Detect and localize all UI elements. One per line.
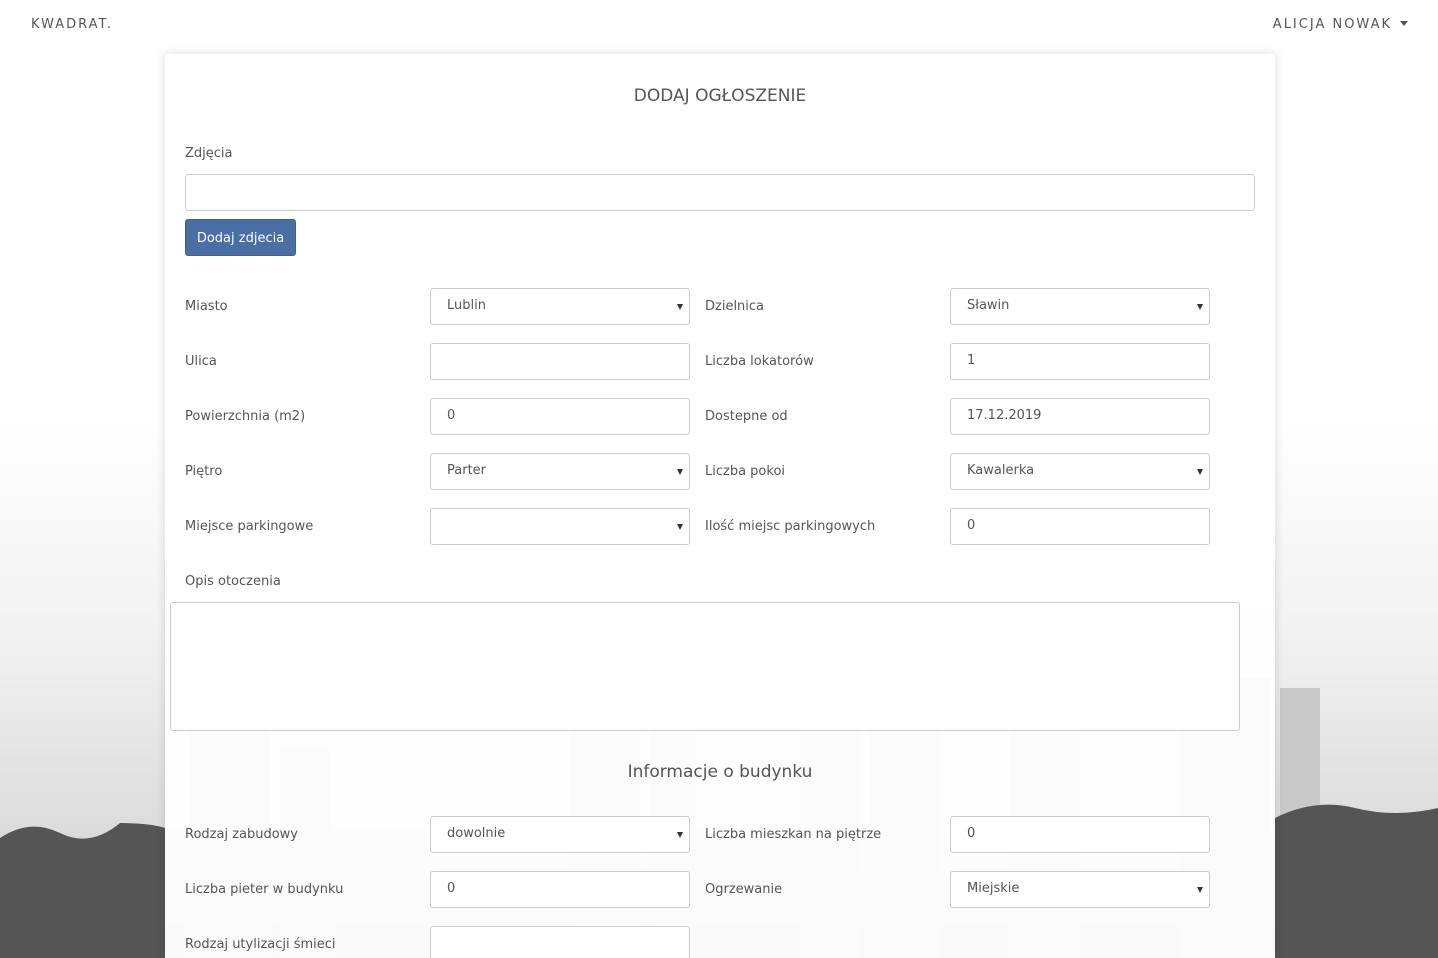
- fields-label-2: Ulica: [185, 354, 217, 369]
- input-building_fields-4[interactable]: [430, 926, 690, 958]
- building_fields-label-1: Liczba mieszkan na piętrze: [705, 827, 882, 842]
- user-menu[interactable]: ALICJA NOWAK: [1273, 17, 1408, 32]
- input-fields-9[interactable]: 0: [950, 508, 1210, 545]
- fields-label-6: Piętro: [185, 464, 223, 479]
- fields-label-4: Powierzchnia (m2): [185, 409, 306, 424]
- photos-label: Zdjęcia: [185, 146, 233, 161]
- fields-label-8: Miejsce parkingowe: [185, 519, 314, 534]
- brand-logo[interactable]: KWADRAT.: [31, 17, 113, 32]
- top-navbar: KWADRAT. ALICJA NOWAK: [0, 0, 1438, 50]
- select-building_fields-0[interactable]: dowolnie: [430, 816, 690, 853]
- fields-label-9: Ilość miejsc parkingowych: [705, 519, 876, 534]
- select-fields-6[interactable]: Parter: [430, 453, 690, 490]
- add-photos-button[interactable]: Dodaj zdjecia: [185, 219, 296, 256]
- building_fields-label-4: Rodzaj utylizacji śmieci: [185, 937, 336, 952]
- fields-label-0: Miasto: [185, 299, 228, 314]
- select-fields-0[interactable]: Lublin: [430, 288, 690, 325]
- description-label: Opis otoczenia: [185, 574, 281, 589]
- description-textarea[interactable]: [170, 602, 1240, 731]
- select-fields-8[interactable]: [430, 508, 690, 545]
- select-building_fields-3[interactable]: Miejskie: [950, 871, 1210, 908]
- building-section-title: Informacje o budynku: [627, 762, 813, 782]
- fields-label-1: Dzielnica: [705, 299, 765, 314]
- building_fields-label-0: Rodzaj zabudowy: [185, 827, 299, 842]
- input-fields-5[interactable]: 17.12.2019: [950, 398, 1210, 435]
- fields-label-5: Dostepne od: [705, 409, 788, 424]
- photos-input[interactable]: [185, 174, 1255, 211]
- page-title: DODAJ OGŁOSZENIE: [633, 86, 807, 106]
- select-fields-7[interactable]: Kawalerka: [950, 453, 1210, 490]
- chevron-down-icon: [1400, 21, 1408, 26]
- input-fields-4[interactable]: 0: [430, 398, 690, 435]
- input-fields-3[interactable]: 1: [950, 343, 1210, 380]
- input-building_fields-1[interactable]: 0: [950, 816, 1210, 853]
- input-building_fields-2[interactable]: 0: [430, 871, 690, 908]
- fields-label-3: Liczba lokatorów: [705, 354, 814, 369]
- building_fields-label-2: Liczba pieter w budynku: [185, 882, 344, 897]
- building_fields-label-3: Ogrzewanie: [705, 882, 783, 897]
- select-fields-1[interactable]: Sławin: [950, 288, 1210, 325]
- add-listing-form: DODAJ OGŁOSZENIE Zdjęcia Dodaj zdjecia M…: [165, 54, 1275, 958]
- fields-label-7: Liczba pokoi: [705, 464, 786, 479]
- user-name: ALICJA NOWAK: [1272, 17, 1392, 32]
- input-fields-2[interactable]: [430, 343, 690, 380]
